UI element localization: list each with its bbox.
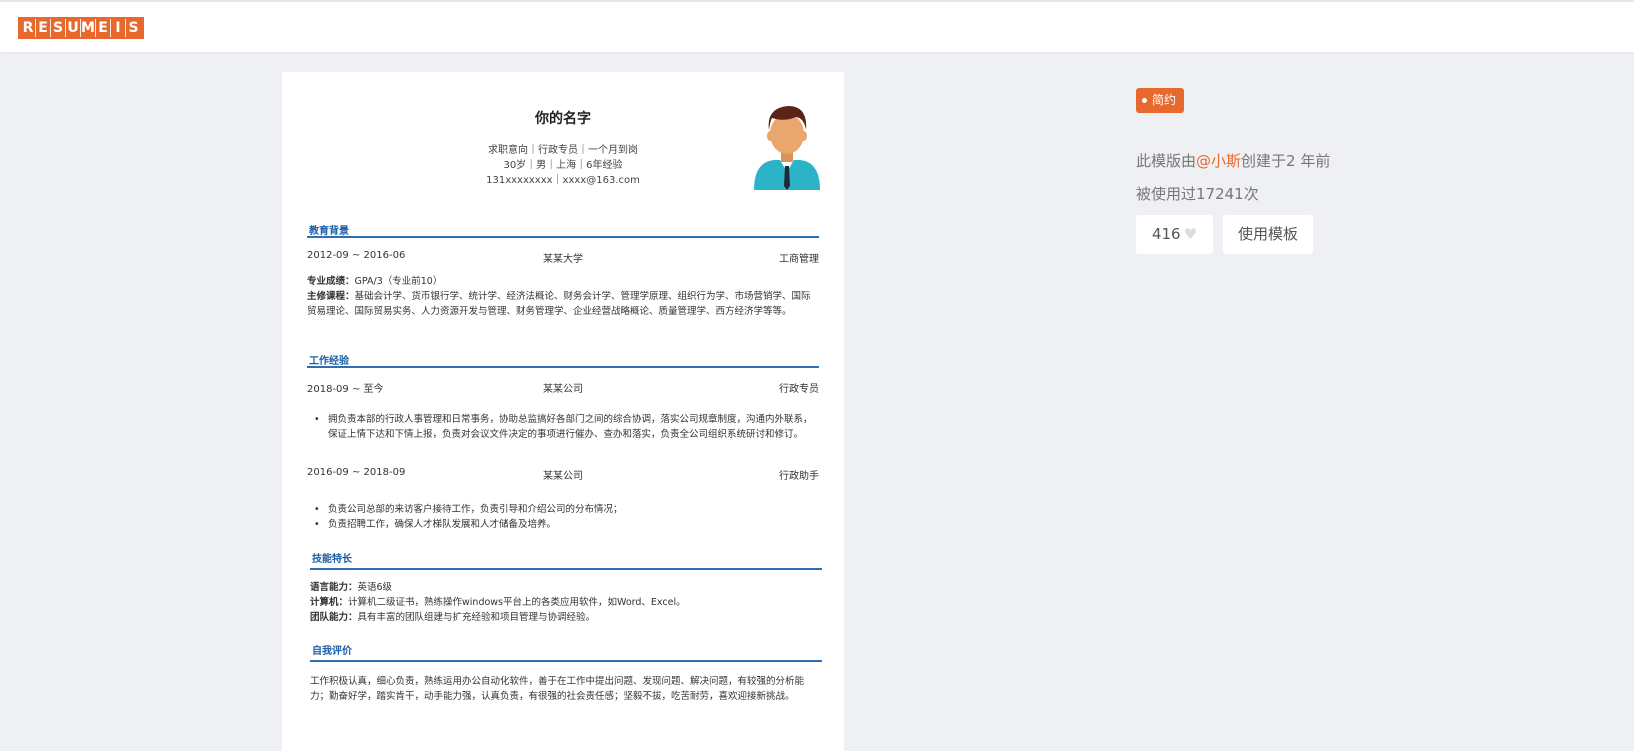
education-major: 工商管理 — [779, 254, 819, 265]
self-evaluation-text: 工作积极认真，细心负责，熟练运用办公自动化软件，善于在工作中提出问题、发现问题、… — [310, 676, 805, 702]
list-item: 负责公司总部的来访客户接待工作，负责引导和介绍公司的分布情况； — [314, 502, 819, 517]
list-item: 负责招聘工作，确保人才梯队发展和人才储备及培养。 — [314, 517, 819, 532]
job-row: 2016-09 ~ 2018-09 某某公司 行政助手 — [307, 467, 819, 482]
job-row: 2018-09 ~ 至今 某某公司 行政专员 — [307, 380, 819, 395]
section-divider — [307, 366, 819, 368]
section-title-education: 教育背景 — [309, 226, 349, 237]
logo-letter: M — [81, 19, 96, 37]
section-divider — [310, 660, 822, 662]
created-suffix: 创建于2 年前 — [1241, 152, 1331, 170]
job-company: 某某公司 — [543, 384, 583, 395]
skill-label: 团队能力： — [310, 612, 358, 623]
job-position: 行政专员 — [779, 384, 819, 395]
created-prefix: 此模版由 — [1136, 152, 1197, 170]
logo-letter: R — [21, 19, 36, 37]
logo[interactable]: R E S U M E I S — [18, 17, 144, 39]
skill-value: 计算机二级证书，熟练操作windows平台上的各类应用软件，如Word、Exce… — [348, 597, 686, 608]
score-label: 专业成绩： — [307, 276, 355, 287]
section-divider — [310, 568, 822, 570]
usage-count: 被使用过17241次 — [1136, 185, 1259, 203]
template-created-info: 此模版由@小斯创建于2 年前 — [1136, 150, 1330, 171]
section-title-self-evaluation: 自我评价 — [312, 646, 352, 657]
score-value: GPA/3（专业前10） — [354, 276, 443, 287]
skill-value: 英语6级 — [357, 582, 393, 593]
education-details: 专业成绩：GPA/3（专业前10） 主修课程：基础会计学、货币银行学、统计学、经… — [307, 274, 819, 319]
job-duties: 负责公司总部的来访客户接待工作，负责引导和介绍公司的分布情况； 负责招聘工作，确… — [314, 502, 819, 532]
courses-label: 主修课程： — [307, 291, 355, 302]
logo-letter: I — [111, 19, 126, 37]
logo-letter: S — [51, 19, 66, 37]
logo-letter: U — [66, 19, 81, 37]
style-tag[interactable]: 简约 — [1136, 88, 1185, 113]
section-title-skills: 技能特长 — [312, 554, 352, 565]
skill-value: 具有丰富的团队组建与扩充经验和项目管理与协调经验。 — [357, 612, 596, 623]
like-button[interactable]: 416 ♥ — [1136, 215, 1213, 254]
like-count: 416 — [1151, 225, 1181, 243]
skill-label: 计算机： — [310, 597, 349, 608]
section-title-work: 工作经验 — [309, 356, 349, 367]
education-school: 某某大学 — [543, 254, 583, 265]
job-duties: 拥负责本部的行政人事管理和日常事务，协助总监搞好各部门之间的综合协调，落实公司规… — [314, 412, 819, 442]
education-row: 2012-09 ~ 2016-06 某某大学 工商管理 — [307, 250, 819, 265]
courses-value: 基础会计学、货币银行学、统计学、经济法概论、财务会计学、管理学原理、组织行为学、… — [307, 291, 811, 317]
list-item: 拥负责本部的行政人事管理和日常事务，协助总监搞好各部门之间的综合协调，落实公司规… — [314, 412, 819, 442]
top-bar: R E S U M E I S — [0, 0, 1634, 52]
heart-icon: ♥ — [1183, 225, 1198, 243]
resume-preview: 你的名字 求职意向｜行政专员｜一个月到岗 30岁｜男｜上海｜6年经验 131xx… — [282, 72, 844, 751]
logo-letter: E — [36, 19, 51, 37]
section-divider — [307, 236, 819, 238]
author-link[interactable]: @小斯 — [1196, 152, 1241, 170]
logo-letter: S — [128, 20, 139, 36]
avatar — [754, 106, 820, 190]
logo-letter: E — [96, 19, 111, 37]
use-template-button[interactable]: 使用模板 — [1223, 215, 1313, 254]
job-position: 行政助手 — [779, 471, 819, 482]
skill-label: 语言能力： — [310, 582, 358, 593]
job-company: 某某公司 — [543, 471, 583, 482]
skills-list: 语言能力：英语6级 计算机：计算机二级证书，熟练操作windows平台上的各类应… — [310, 580, 822, 625]
